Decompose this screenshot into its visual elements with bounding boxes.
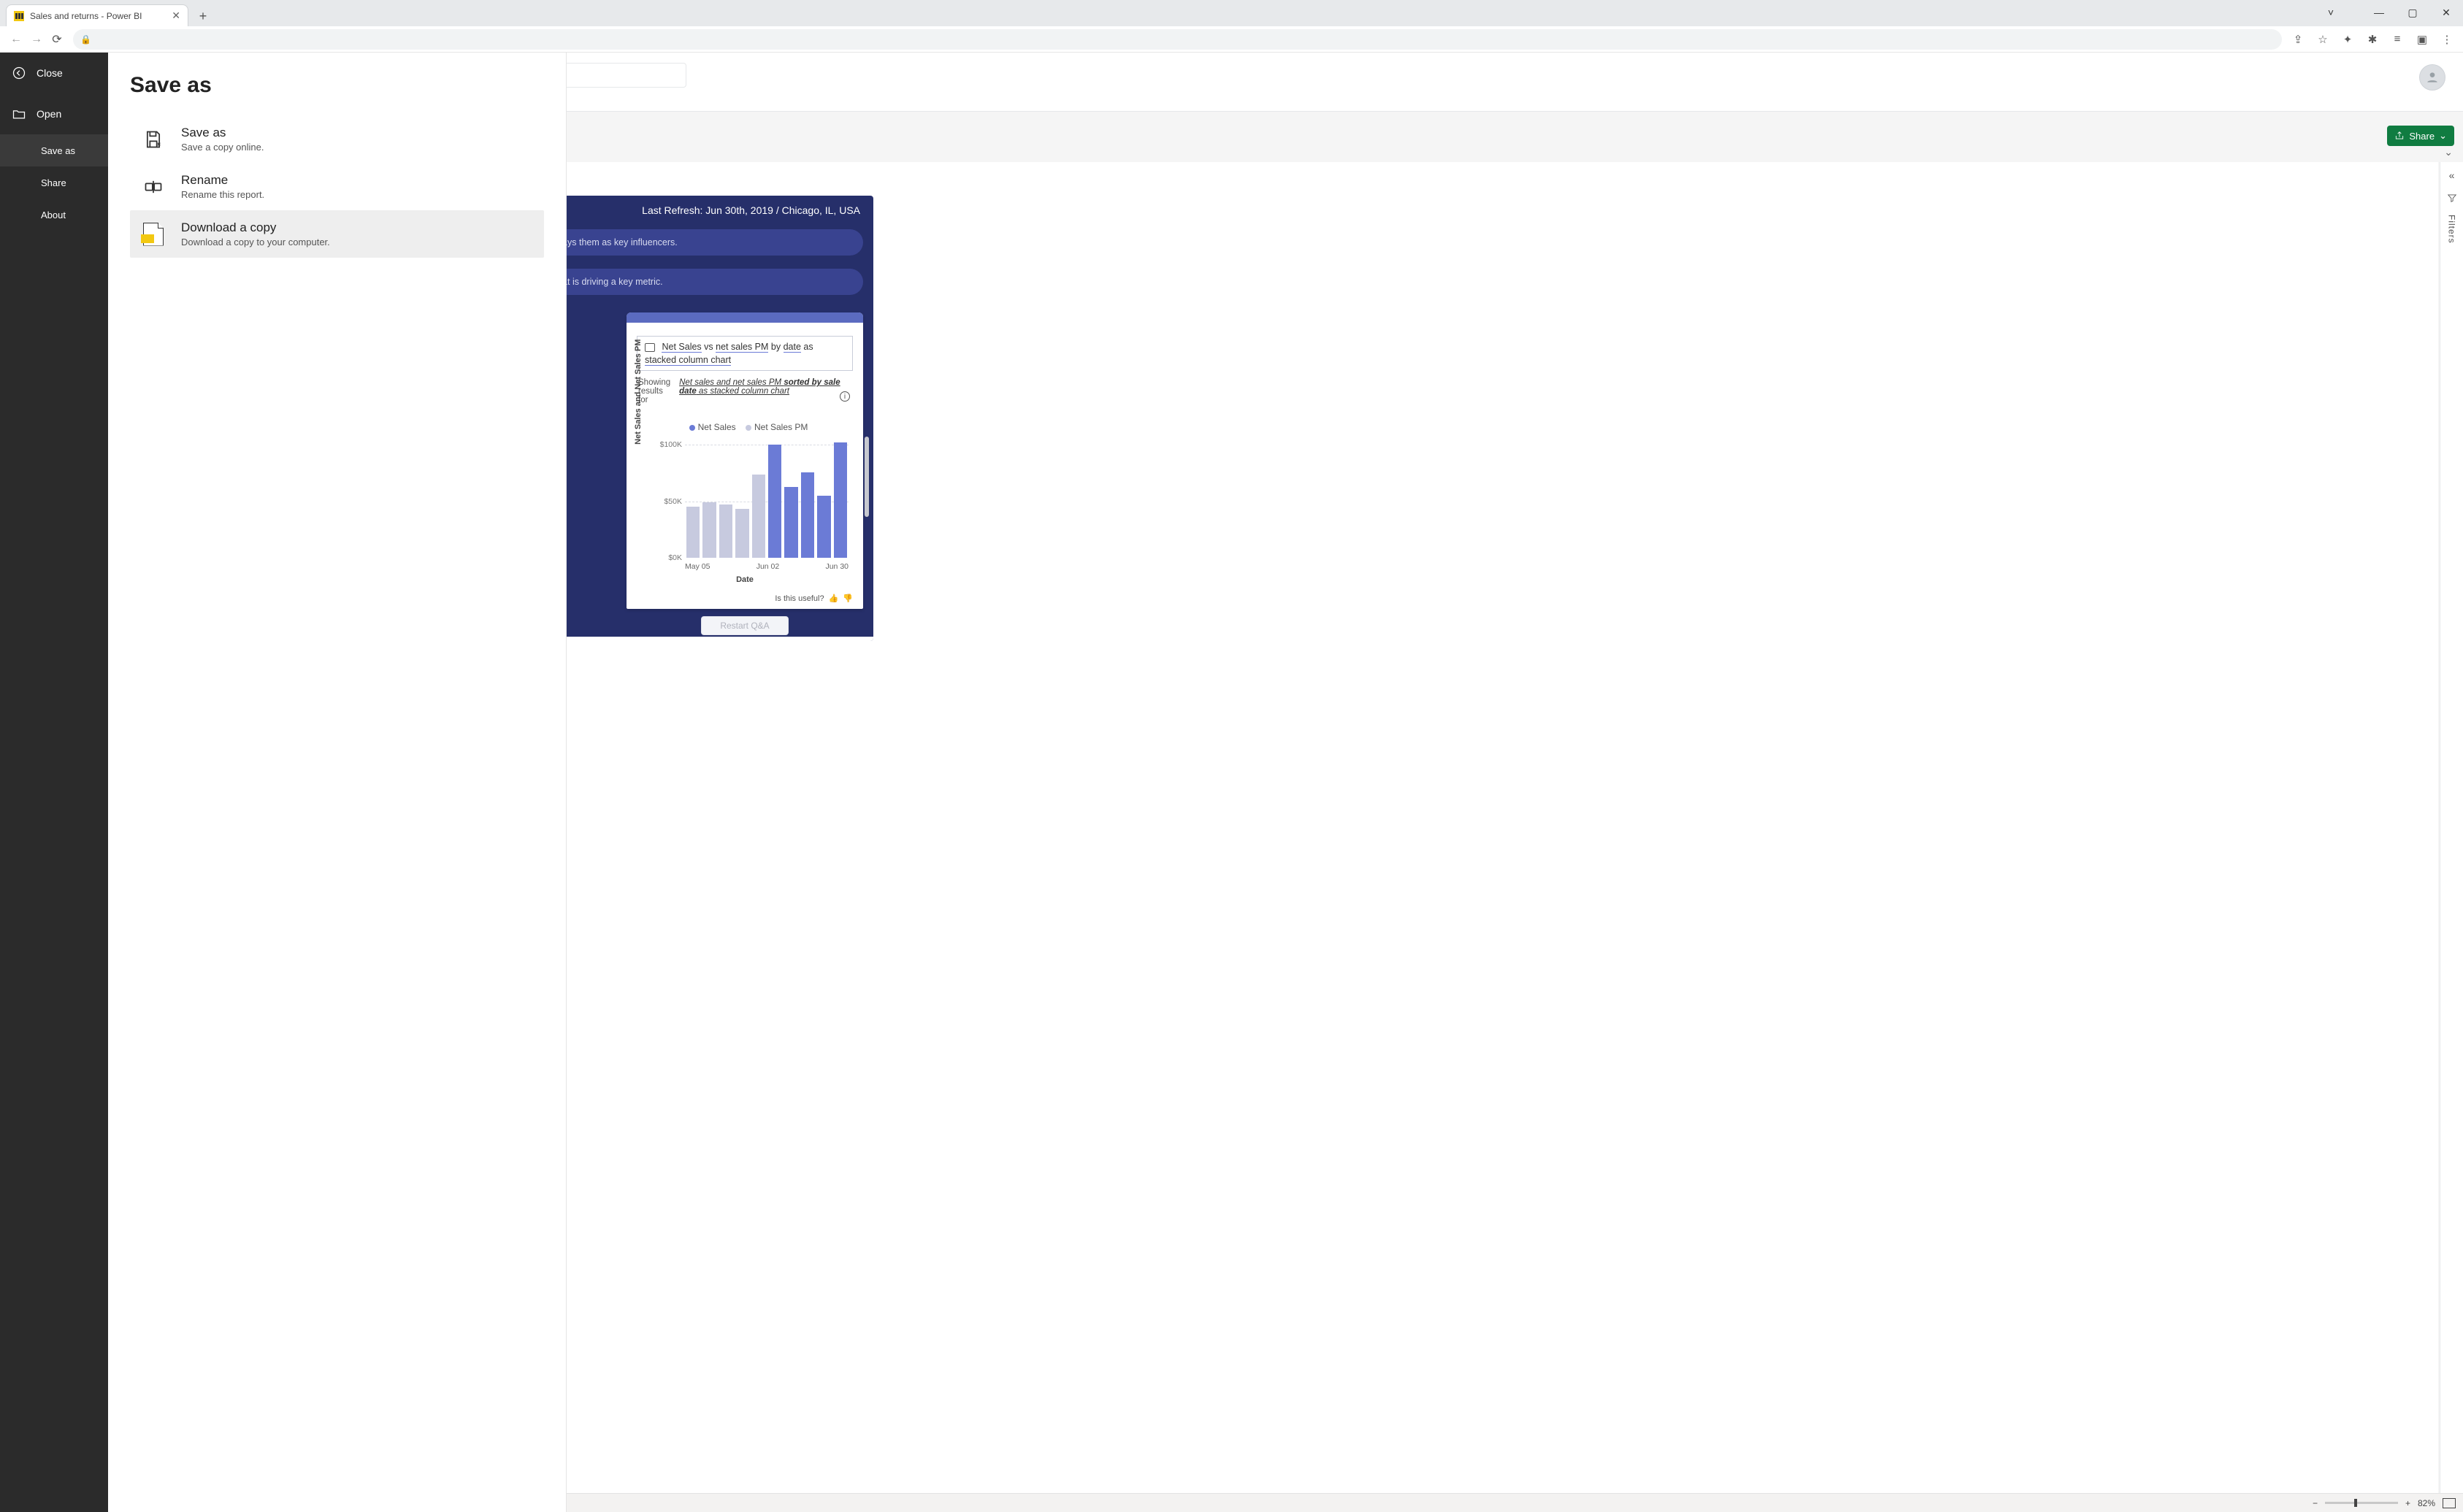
rename-icon bbox=[142, 175, 165, 199]
file-menu-save-as[interactable]: Save as bbox=[0, 134, 108, 166]
save-icon bbox=[142, 128, 165, 151]
filter-icon bbox=[2447, 193, 2457, 203]
file-menu: Close Open Save as Share About Save as S… bbox=[0, 53, 567, 1512]
powerbi-favicon-icon bbox=[14, 11, 24, 21]
zoom-level: 82% bbox=[2418, 1498, 2435, 1508]
share-label: Share bbox=[2409, 131, 2435, 142]
x-axis-label: Date bbox=[637, 575, 853, 584]
showing-result-text: Net sales and net sales PM sorted by sal… bbox=[679, 378, 851, 404]
reading-list-icon[interactable]: ≡ bbox=[2387, 29, 2408, 50]
extension1-icon[interactable]: ✦ bbox=[2337, 29, 2358, 50]
tab-title: Sales and returns - Power BI bbox=[30, 11, 142, 21]
tab-close-icon[interactable]: ✕ bbox=[172, 9, 180, 22]
person-icon bbox=[2425, 70, 2440, 85]
showing-label: Showing results for bbox=[638, 378, 670, 404]
share-icon bbox=[2394, 131, 2405, 141]
chrome-menu-button[interactable]: ⋮ bbox=[2437, 29, 2457, 50]
folder-icon bbox=[12, 107, 26, 121]
zoom-slider[interactable] bbox=[2325, 1502, 2398, 1504]
back-arrow-icon bbox=[12, 66, 26, 80]
bar bbox=[686, 507, 700, 558]
y-axis-ticks: $100K $50K $0K bbox=[654, 429, 685, 558]
new-tab-button[interactable]: + bbox=[193, 6, 213, 26]
nav-reload-button[interactable]: ⟳ bbox=[47, 29, 67, 50]
browser-toolbar: ← → ⟳ 🔒 ⇪ ☆ ✦ ✱ ≡ ▣ ⋮ bbox=[0, 26, 2463, 53]
bar bbox=[834, 442, 847, 558]
nav-forward-button[interactable]: → bbox=[26, 29, 47, 50]
powerbi-app: Share ⌄ ⌄ Last Refresh: Jun 30th, 2019 /… bbox=[0, 53, 2463, 1512]
option-download-copy[interactable]: Download a copy Download a copy to your … bbox=[130, 210, 544, 258]
browser-tab[interactable]: Sales and returns - Power BI ✕ bbox=[6, 4, 188, 26]
nav-back-button[interactable]: ← bbox=[6, 29, 26, 50]
bookmark-icon[interactable]: ☆ bbox=[2313, 29, 2333, 50]
bar bbox=[817, 496, 830, 558]
qna-showing-results: Showing results for Net sales and net sa… bbox=[627, 378, 863, 404]
qna-visual: Net Sales vs net sales PM by date as sta… bbox=[627, 312, 863, 609]
zoom-in-button[interactable]: + bbox=[2405, 1498, 2410, 1508]
option-save-as[interactable]: Save as Save a copy online. bbox=[130, 115, 544, 163]
page-title: Save as bbox=[130, 73, 544, 98]
tab-search-button[interactable]: ˅ bbox=[2314, 0, 2348, 25]
restart-qna-button[interactable]: Restart Q&A bbox=[701, 616, 789, 635]
bar bbox=[752, 475, 765, 558]
extensions-icon[interactable]: ✱ bbox=[2362, 29, 2383, 50]
file-menu-content: Save as Save as Save a copy online. Rena… bbox=[108, 53, 567, 1512]
bar bbox=[801, 472, 814, 558]
bar bbox=[702, 502, 716, 558]
window-controls: ˅ — ▢ ✕ bbox=[2314, 0, 2463, 25]
y-axis-label: Net Sales and Net Sales PM bbox=[634, 339, 643, 445]
file-menu-about[interactable]: About bbox=[0, 199, 108, 231]
zoom-out-button[interactable]: − bbox=[2313, 1498, 2318, 1508]
file-menu-open[interactable]: Open bbox=[0, 93, 108, 134]
browser-actions: ⇪ ☆ ✦ ✱ ≡ ▣ ⋮ bbox=[2288, 29, 2457, 50]
file-menu-sidebar: Close Open Save as Share About bbox=[0, 53, 108, 1512]
chart-area: Net Sales and Net Sales PM $100K $50K $0… bbox=[637, 422, 853, 572]
browser-chrome: Sales and returns - Power BI ✕ + ˅ — ▢ ✕… bbox=[0, 0, 2463, 53]
filters-pane-collapsed[interactable]: « Filters bbox=[2440, 162, 2463, 1493]
zoom-slider-thumb[interactable] bbox=[2354, 1499, 2357, 1507]
scrollbar-thumb[interactable] bbox=[865, 437, 869, 517]
pbix-file-icon bbox=[142, 223, 165, 246]
filters-label: Filters bbox=[2447, 215, 2457, 244]
address-bar[interactable]: 🔒 bbox=[73, 29, 2282, 50]
file-menu-share[interactable]: Share bbox=[0, 166, 108, 199]
fit-to-page-button[interactable] bbox=[2443, 1498, 2456, 1508]
chart-plot bbox=[685, 429, 849, 558]
info-icon[interactable]: i bbox=[840, 391, 850, 402]
share-button[interactable]: Share ⌄ bbox=[2387, 126, 2454, 146]
file-menu-close[interactable]: Close bbox=[0, 53, 108, 93]
toolbar-expand-button[interactable]: ⌄ bbox=[2444, 146, 2453, 158]
chevron-down-icon: ⌄ bbox=[2439, 130, 2447, 142]
share-page-icon[interactable]: ⇪ bbox=[2288, 29, 2308, 50]
x-axis-ticks: May 05 Jun 02 Jun 30 bbox=[685, 562, 849, 571]
chart-bars bbox=[685, 429, 849, 558]
thumbs-up-icon[interactable]: 👍 bbox=[829, 594, 839, 603]
bar bbox=[719, 504, 732, 558]
bar bbox=[735, 509, 748, 558]
qna-query-input[interactable]: Net Sales vs net sales PM by date as sta… bbox=[637, 336, 853, 371]
chat-icon bbox=[645, 343, 655, 352]
thumbs-down-icon[interactable]: 👎 bbox=[843, 594, 853, 603]
side-panel-icon[interactable]: ▣ bbox=[2412, 29, 2432, 50]
expand-filters-icon[interactable]: « bbox=[2449, 169, 2455, 181]
bar bbox=[768, 445, 781, 558]
feedback-prompt: Is this useful? 👍 👎 bbox=[775, 594, 853, 603]
window-maximize-button[interactable]: ▢ bbox=[2396, 0, 2429, 25]
option-rename[interactable]: Rename Rename this report. bbox=[130, 163, 544, 210]
lock-icon: 🔒 bbox=[80, 34, 91, 45]
account-avatar[interactable] bbox=[2419, 64, 2445, 91]
window-minimize-button[interactable]: — bbox=[2362, 0, 2396, 25]
tab-strip: Sales and returns - Power BI ✕ + ˅ — ▢ ✕ bbox=[0, 0, 2463, 26]
card-header-bar bbox=[627, 312, 863, 323]
window-close-button[interactable]: ✕ bbox=[2429, 0, 2463, 25]
bar bbox=[784, 487, 797, 558]
last-refresh-label: Last Refresh: Jun 30th, 2019 / Chicago, … bbox=[642, 204, 860, 216]
